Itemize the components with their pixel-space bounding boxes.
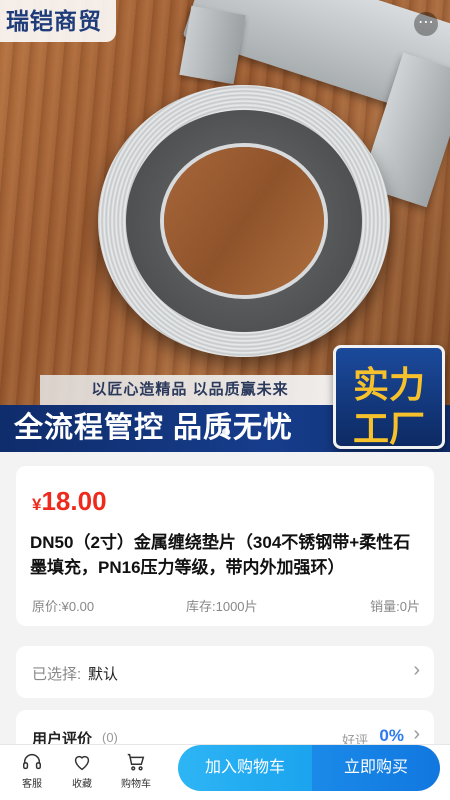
favorite-label: 收藏: [72, 779, 92, 790]
customer-service-label: 客服: [22, 779, 42, 790]
selection-label: 已选择:: [32, 666, 82, 683]
heart-icon: [74, 755, 90, 771]
cart-icon: [127, 753, 145, 771]
headset-icon: [23, 754, 41, 770]
customer-service-button[interactable]: 客服: [10, 751, 54, 790]
good-rate-value: 0%: [379, 726, 404, 745]
product-title: DN50（2寸）金属缠绕垫片（304不锈钢带+柔性石墨填充，PN16压力等级，带…: [30, 533, 411, 577]
spec-selection-row[interactable]: 已选择: 默认 ›: [16, 646, 434, 698]
brand-watermark: 瑞铠商贸: [0, 0, 116, 42]
product-image[interactable]: 瑞铠商贸 ⋯ 以匠心造精品 以品质赢未来 全流程管控 品质无忧 实力 工厂: [0, 0, 450, 452]
badge-line-2: 工厂: [352, 408, 425, 449]
cart-button[interactable]: 购物车: [114, 751, 158, 790]
favorite-button[interactable]: 收藏: [60, 751, 104, 790]
product-info-card: ¥18.00 DN50（2寸）金属缠绕垫片（304不锈钢带+柔性石墨填充，PN1…: [16, 466, 434, 626]
slogan-small: 以匠心造精品 以品质赢未来: [40, 375, 340, 405]
gasket-center-hole: [164, 147, 324, 295]
more-icon[interactable]: ⋯: [414, 12, 438, 36]
bottom-action-bar: 客服 收藏 购物车 加入购物车 立即购买: [0, 744, 450, 800]
price: ¥18.00: [32, 486, 107, 517]
sales-count: 销量:0片: [370, 599, 420, 614]
buy-now-button[interactable]: 立即购买: [312, 745, 440, 791]
chevron-right-icon: ›: [413, 659, 420, 681]
stock-count: 库存:1000片: [186, 599, 258, 614]
reviews-count: (0): [102, 730, 118, 745]
slogan-big: 全流程管控 品质无忧: [14, 412, 294, 444]
chevron-right-icon: ›: [413, 723, 420, 745]
selection-value: 默认: [88, 666, 119, 683]
cart-label: 购物车: [121, 779, 151, 790]
factory-badge: 实力 工厂: [333, 345, 445, 449]
price-value: 18.00: [41, 486, 107, 516]
carousel-indicator[interactable]: [222, 428, 230, 436]
original-price: 原价:¥0.00: [32, 599, 95, 614]
add-to-cart-button[interactable]: 加入购物车: [178, 745, 312, 791]
